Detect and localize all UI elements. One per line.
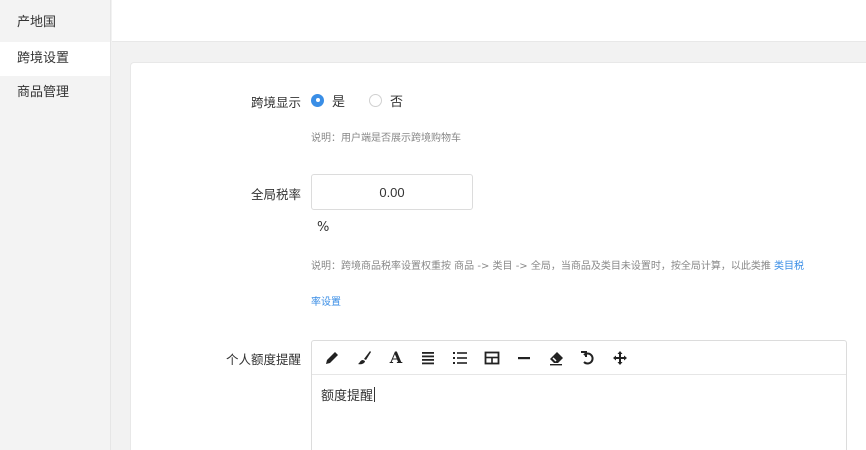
- text-caret: [374, 387, 376, 402]
- tax-hint-text: 说明：跨境商品税率设置权重按 商品 -> 类目 -> 全局，当商品及类目未设置时…: [311, 261, 775, 272]
- settings-panel: 跨境显示 是 否 说明：用户端是否展示跨境购物车 全局税率 % 说明：跨境商品税…: [130, 62, 866, 450]
- tax-percent-unit: %: [317, 220, 330, 235]
- cross-border-radio-group: 是 否: [311, 90, 427, 110]
- personal-quota-label: 个人额度提醒: [225, 352, 301, 367]
- sidebar-item-cross-border-settings[interactable]: 跨境设置: [0, 42, 110, 76]
- cross-border-hint: 说明：用户端是否展示跨境购物车: [311, 133, 461, 144]
- move-icon[interactable]: [608, 346, 632, 370]
- table-icon[interactable]: [480, 346, 504, 370]
- undo-icon[interactable]: [576, 346, 600, 370]
- brush-icon[interactable]: [352, 346, 376, 370]
- category-tax-link-continued[interactable]: 率设置: [311, 297, 341, 308]
- cross-border-display-label: 跨境显示: [250, 95, 301, 110]
- global-tax-label: 全局税率: [250, 187, 301, 202]
- sidebar-item-origin-country[interactable]: 产地国: [0, 0, 110, 42]
- radio-yes[interactable]: 是: [311, 91, 345, 110]
- tax-hint-continued: 率设置: [311, 293, 341, 308]
- sidebar-item-product-management[interactable]: 商品管理: [0, 76, 110, 110]
- eraser-icon[interactable]: [544, 346, 568, 370]
- horizontal-rule-icon[interactable]: [512, 346, 536, 370]
- list-icon[interactable]: [448, 346, 472, 370]
- editor-text: 额度提醒: [321, 389, 374, 404]
- quota-rich-editor[interactable]: A 额度提醒: [311, 340, 847, 450]
- tax-hint: 说明：跨境商品税率设置权重按 商品 -> 类目 -> 全局，当商品及类目未设置时…: [311, 257, 804, 272]
- radio-no-dot[interactable]: [369, 93, 383, 107]
- editor-content[interactable]: 额度提醒: [312, 375, 846, 414]
- top-bar: [112, 0, 866, 42]
- radio-no-label: 否: [390, 94, 404, 110]
- pencil-icon[interactable]: [320, 346, 344, 370]
- category-tax-link[interactable]: 类目税: [774, 261, 804, 272]
- radio-yes-label: 是: [332, 94, 346, 110]
- editor-toolbar: A: [312, 341, 846, 375]
- sidebar: 产地国 跨境设置 商品管理: [0, 0, 111, 450]
- global-tax-input[interactable]: [311, 174, 473, 210]
- radio-no[interactable]: 否: [369, 91, 403, 110]
- radio-yes-dot[interactable]: [311, 93, 324, 107]
- align-icon[interactable]: [416, 346, 440, 370]
- font-icon[interactable]: A: [384, 346, 408, 370]
